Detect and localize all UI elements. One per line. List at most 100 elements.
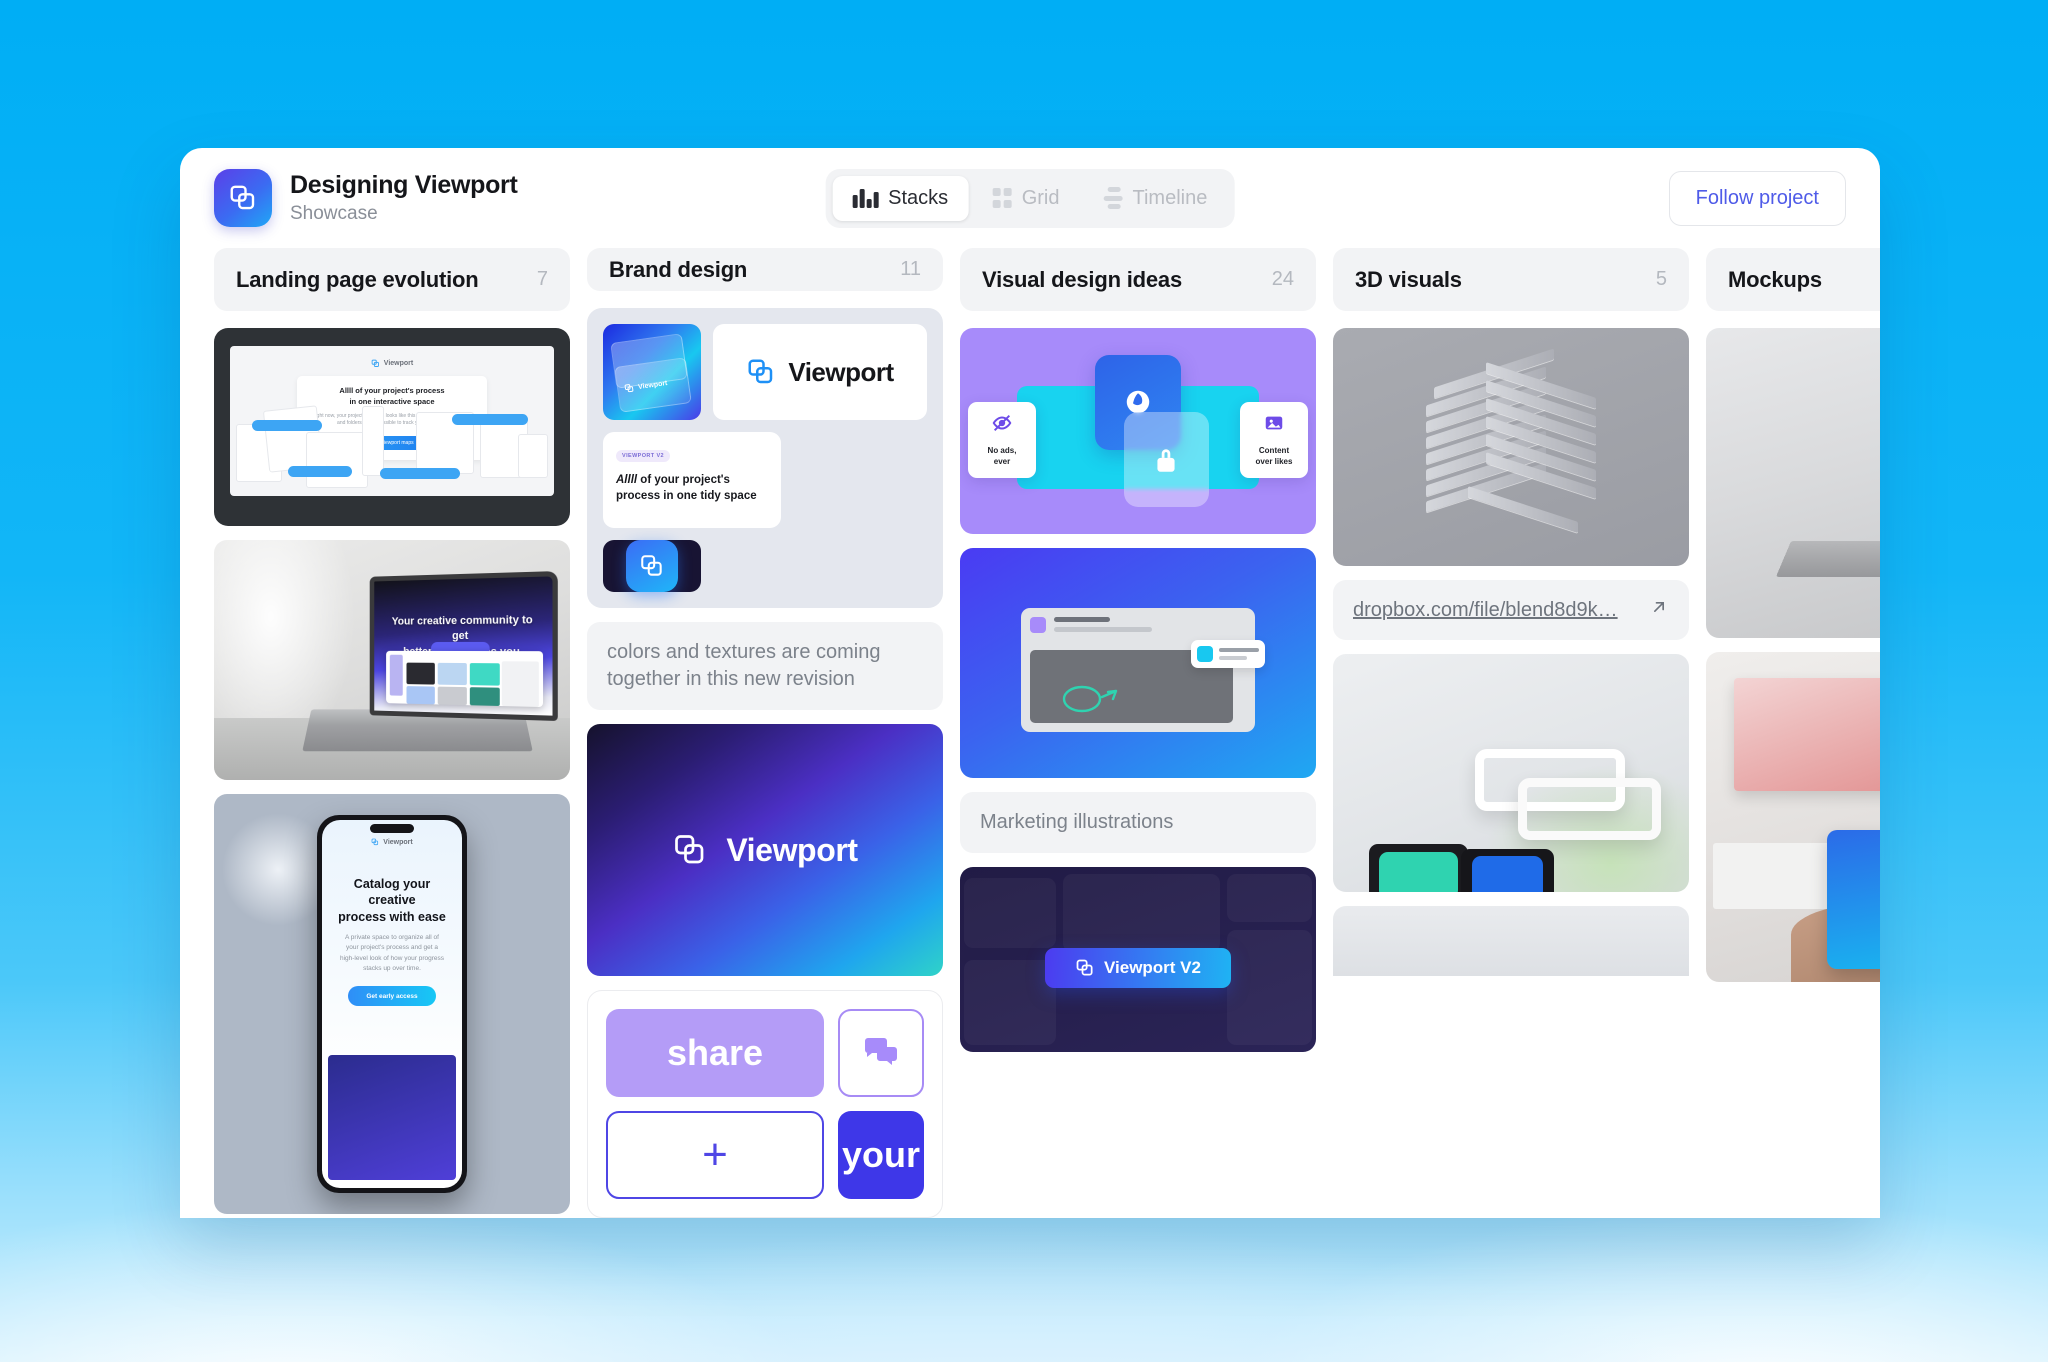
column-3d-visuals: 3D visuals 5 dropbox.com/file/blend8d9k… — [1333, 248, 1689, 1218]
card-3d-stack-render[interactable] — [1333, 328, 1689, 566]
brand-version-badge: VIEWPORT V2 — [616, 450, 670, 462]
phone-heading: Catalog your creative process with ease — [336, 876, 448, 925]
card-dropbox-link[interactable]: dropbox.com/file/blend8d9k… — [1333, 580, 1689, 640]
grid-squares-icon — [992, 188, 1012, 208]
page-title: Designing Viewport — [290, 171, 518, 200]
card-viewport-gradient[interactable]: Viewport — [587, 724, 943, 976]
column-title: Visual design ideas — [982, 266, 1182, 292]
annotation-arrow-icon — [1062, 685, 1118, 712]
laptop-lid: Your creative community to get better fe… — [369, 570, 558, 721]
image-icon — [1265, 416, 1283, 430]
card-dark-grid[interactable]: Viewport V2 — [960, 867, 1316, 1052]
ui-avatar-square — [1029, 616, 1046, 633]
card-monitor-mockup[interactable]: Viewport Allll of your project's process… — [214, 328, 570, 526]
card-brand-grid[interactable]: Viewport Viewport VIEWPORT V2 Allll of y… — [587, 308, 943, 608]
laptop-heading-line1: Your creative community to get — [391, 613, 533, 642]
column-header[interactable]: Landing page evolution 7 — [214, 248, 570, 311]
brand-tagline-emph: Allll — [616, 474, 638, 486]
tab-stacks[interactable]: Stacks — [832, 175, 969, 221]
external-link-icon — [1649, 597, 1669, 623]
card-phone-photo[interactable]: Viewport Catalog your creative process w… — [214, 794, 570, 1214]
feature-card-no-ads: No ads, ever — [968, 402, 1036, 478]
column-title: Brand design — [609, 256, 748, 282]
tab-stacks-label: Stacks — [888, 186, 949, 209]
no-ads-line2: ever — [993, 456, 1011, 466]
laptop-keyboard — [1776, 540, 1880, 577]
your-tile: your — [838, 1111, 924, 1199]
viewport-gradient-label: Viewport — [726, 831, 858, 868]
viewport-v2-badge: Viewport V2 — [1045, 948, 1231, 989]
feature-card-content-over-likes: Content over likes — [1240, 402, 1308, 478]
brand-tile-gradient: Viewport — [603, 324, 701, 420]
dropbox-url: dropbox.com/file/blend8d9k… — [1353, 598, 1618, 621]
phone-logo-label: Viewport — [383, 838, 413, 846]
share-tile: share — [606, 1009, 824, 1097]
card-phone-in-hand-photo[interactable] — [1706, 652, 1880, 982]
ui-floating-comment — [1191, 639, 1266, 668]
follow-project-button[interactable]: Follow project — [1668, 170, 1846, 226]
book-stack — [1734, 678, 1880, 791]
phone-heading-line2: process with ease — [338, 909, 446, 924]
card-3d-partial[interactable] — [1333, 906, 1689, 976]
tab-grid[interactable]: Grid — [972, 176, 1079, 221]
phone-device: Viewport Catalog your creative process w… — [317, 815, 467, 1193]
card-note[interactable]: colors and textures are coming together … — [587, 622, 943, 710]
stacks-bars-icon — [852, 188, 879, 208]
brand-tile-b-label: Viewport — [788, 356, 894, 387]
stacks-board: Landing page evolution 7 Viewport Allll … — [180, 248, 1880, 1218]
column-header[interactable]: 3D visuals 5 — [1333, 248, 1689, 311]
phone-body: A private space to organize all of your … — [339, 933, 445, 972]
column-count: 5 — [1655, 268, 1667, 290]
brand-tagline-rest: of your project's process in one tidy sp… — [616, 474, 757, 503]
column-title: 3D visuals — [1355, 266, 1462, 292]
laptop-app-window — [385, 650, 543, 707]
tab-grid-label: Grid — [1021, 186, 1060, 209]
column-title: Landing page evolution — [236, 266, 479, 292]
column-count: 7 — [536, 268, 548, 290]
column-brand-design: Brand design 11 Viewport Viewport VIEWPO… — [587, 248, 943, 1218]
monitor-scatter-thumbs — [230, 346, 554, 496]
column-count: 24 — [1271, 268, 1294, 290]
card-laptop-mockup-photo[interactable] — [1706, 328, 1880, 638]
project-brand: Designing Viewport Showcase — [214, 169, 518, 227]
viewport-app-icon — [626, 540, 678, 592]
tab-timeline-label: Timeline — [1132, 186, 1208, 209]
viewport-v2-label: Viewport V2 — [1103, 958, 1201, 978]
monitor-screen: Viewport Allll of your project's process… — [230, 346, 554, 496]
3d-layered-stack — [1416, 348, 1606, 542]
card-share-your[interactable]: share + your — [587, 990, 943, 1218]
phone-device-held — [1827, 830, 1880, 969]
phone-cta-button: Get early access — [348, 986, 436, 1007]
phone-screen: Viewport Catalog your creative process w… — [322, 820, 462, 1188]
column-header[interactable]: Brand design 11 — [587, 248, 943, 291]
project-subtitle: Showcase — [290, 202, 378, 224]
phone-heading-line1: Catalog your creative — [353, 877, 431, 908]
content-line2: over likes — [1255, 456, 1293, 466]
column-count: 11 — [900, 258, 921, 280]
eye-off-icon — [992, 415, 1012, 432]
column-landing-page-evolution: Landing page evolution 7 Viewport Allll … — [214, 248, 570, 1218]
card-blue-ui-illustration[interactable] — [960, 548, 1316, 778]
card-laptop-photo[interactable]: Your creative community to get better fe… — [214, 540, 570, 780]
ui-window-mock — [1020, 607, 1266, 732]
column-header[interactable]: Visual design ideas 24 — [960, 248, 1316, 311]
brand-tile-tagline: VIEWPORT V2 Allll of your project's proc… — [603, 432, 781, 528]
brand-tile-a-label: Viewport — [637, 379, 668, 391]
brand-tile-appicon — [603, 540, 701, 592]
plus-icon: + — [606, 1111, 824, 1199]
viewport-squares-logo-icon — [214, 169, 272, 227]
content-line1: Content — [1258, 446, 1290, 456]
phone-mini-logo: Viewport — [322, 838, 462, 846]
no-ads-line1: No ads, — [987, 446, 1017, 456]
chat-bubbles-icon — [838, 1009, 924, 1097]
lock-icon — [1123, 412, 1210, 508]
card-note[interactable]: Marketing illustrations — [960, 792, 1316, 853]
app-header: Designing Viewport Showcase Stacks Grid … — [180, 148, 1880, 248]
card-3d-rings-render[interactable] — [1333, 654, 1689, 892]
brand-tile-wordmark: Viewport — [713, 324, 927, 420]
tab-timeline[interactable]: Timeline — [1083, 176, 1227, 221]
column-header[interactable]: Mockups — [1706, 248, 1880, 311]
card-feature-illustration[interactable]: No ads, ever Content over likes — [960, 328, 1316, 534]
column-mockups: Mockups — [1706, 248, 1880, 1218]
phone-screenshot — [328, 1054, 456, 1180]
